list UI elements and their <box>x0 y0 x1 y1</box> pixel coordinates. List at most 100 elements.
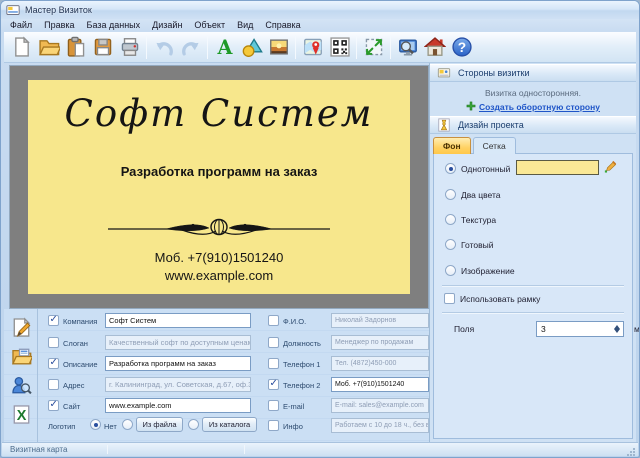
resize-icon <box>363 36 385 58</box>
radio-ready-made[interactable] <box>445 239 456 250</box>
card-sides-title: Стороны визитки <box>458 68 530 78</box>
toolbar-separator <box>207 35 208 59</box>
undo-icon <box>153 36 175 58</box>
website-checkbox[interactable] <box>48 400 59 411</box>
radio-texture[interactable] <box>445 214 456 225</box>
svg-text:?: ? <box>457 40 465 55</box>
right-panel: Стороны визитки Визитка односторонняя. С… <box>429 63 636 442</box>
info-field[interactable]: Работаем с 10 до 18 ч., без выходных <box>331 418 429 433</box>
margins-spinner[interactable]: 3 <box>536 321 624 337</box>
phone1-checkbox[interactable] <box>268 358 279 369</box>
logo-from-catalog-button[interactable]: Из каталога <box>202 417 257 432</box>
color-swatch[interactable] <box>516 160 599 175</box>
company-label: Компания <box>63 317 97 326</box>
new-document-button[interactable] <box>8 34 35 61</box>
menu-file[interactable]: Файл <box>4 19 38 32</box>
phone1-field[interactable]: Тел. (4872)450-000 <box>331 356 429 371</box>
undo-button[interactable] <box>150 34 177 61</box>
title-bar[interactable]: Мастер Визиток <box>1 1 639 19</box>
menu-object[interactable]: Объект <box>188 19 231 32</box>
description-field[interactable]: Разработка программ на заказ <box>105 356 251 371</box>
resize-card-button[interactable] <box>360 34 387 61</box>
edit-card-button[interactable] <box>6 314 36 341</box>
open-button[interactable] <box>35 34 62 61</box>
option-texture[interactable]: Текстура <box>445 214 496 225</box>
email-field[interactable]: E-mail: sales@example.com <box>331 398 429 413</box>
logo-from-file-button[interactable]: Из файла <box>136 417 183 432</box>
phone2-label: Телефон 2 <box>283 381 320 390</box>
paste-button[interactable] <box>62 34 89 61</box>
add-image-icon <box>268 36 290 58</box>
logo-none-radio[interactable] <box>90 419 101 430</box>
card-phone-text[interactable]: Моб. +7(910)1501240 <box>28 250 410 265</box>
website-field[interactable]: www.example.com <box>105 398 251 413</box>
logo-from-file-radio[interactable] <box>122 419 133 430</box>
excel-export-button[interactable]: X <box>6 401 36 428</box>
info-checkbox[interactable] <box>268 420 279 431</box>
option-image[interactable]: Изображение <box>445 265 515 276</box>
contacts-folder-icon <box>11 346 32 367</box>
preview-button[interactable] <box>394 34 421 61</box>
use-frame-checkbox[interactable] <box>444 293 455 304</box>
phone2-checkbox[interactable] <box>268 379 279 390</box>
divider <box>442 312 624 314</box>
option-solid-color[interactable]: Однотонный <box>445 163 510 174</box>
redo-button[interactable] <box>177 34 204 61</box>
email-checkbox[interactable] <box>268 400 279 411</box>
add-qr-code-button[interactable] <box>326 34 353 61</box>
flourish-divider-icon[interactable] <box>104 216 334 247</box>
logo-from-catalog-radio[interactable] <box>188 419 199 430</box>
address-checkbox[interactable] <box>48 379 59 390</box>
card-sides-status: Визитка односторонняя. <box>430 88 636 98</box>
menu-database[interactable]: База данных <box>81 19 147 32</box>
resize-grip-icon[interactable] <box>626 444 636 454</box>
svg-text:X: X <box>16 408 26 424</box>
card-website-text[interactable]: www.example.com <box>28 268 410 283</box>
contacts-folder-button[interactable] <box>6 343 36 370</box>
menu-edit[interactable]: Правка <box>38 19 80 32</box>
company-field[interactable]: Софт Систем <box>105 313 251 328</box>
business-card-preview[interactable]: Софт Систем Разработка программ на заказ <box>28 80 410 294</box>
menu-help[interactable]: Справка <box>259 19 306 32</box>
fullname-checkbox[interactable] <box>268 315 279 326</box>
menu-view[interactable]: Вид <box>231 19 259 32</box>
add-shape-button[interactable] <box>238 34 265 61</box>
status-text: Визитная карта <box>10 445 67 454</box>
add-map-button[interactable] <box>299 34 326 61</box>
help-button[interactable]: ? <box>448 34 475 61</box>
status-separator <box>107 445 108 454</box>
slogan-checkbox[interactable] <box>48 337 59 348</box>
option-ready-made[interactable]: Готовый <box>445 239 493 250</box>
add-text-button[interactable]: A <box>211 34 238 61</box>
background-options-panel: Однотонный Два цвета Текстура Готовый Из… <box>433 153 633 439</box>
print-button[interactable] <box>116 34 143 61</box>
fullname-field[interactable]: Николай Задорнов <box>331 313 429 328</box>
card-description-text[interactable]: Разработка программ на заказ <box>28 164 410 179</box>
description-checkbox[interactable] <box>48 358 59 369</box>
company-checkbox[interactable] <box>48 315 59 326</box>
use-frame-option[interactable]: Использовать рамку <box>444 293 540 304</box>
address-field[interactable]: г. Калининград, ул. Советская, д.67, оф.… <box>105 377 251 392</box>
logo-none-label: Нет <box>104 422 117 431</box>
radio-solid-color[interactable] <box>445 163 456 174</box>
position-field[interactable]: Менеджер по продажам <box>331 335 429 350</box>
find-person-button[interactable] <box>6 372 36 399</box>
position-checkbox[interactable] <box>268 337 279 348</box>
phone2-field[interactable]: Моб. +7(910)1501240 <box>331 377 429 392</box>
plus-icon <box>466 101 476 111</box>
option-two-colors[interactable]: Два цвета <box>445 189 501 200</box>
slogan-field[interactable]: Качественный софт по доступным ценам <box>105 335 251 350</box>
home-button[interactable] <box>421 34 448 61</box>
spinner-arrows[interactable] <box>612 323 621 335</box>
add-image-button[interactable] <box>265 34 292 61</box>
radio-two-colors[interactable] <box>445 189 456 200</box>
radio-image[interactable] <box>445 265 456 276</box>
save-button[interactable] <box>89 34 116 61</box>
color-picker-icon[interactable] <box>604 159 618 173</box>
tab-grid[interactable]: Сетка <box>473 137 516 154</box>
create-back-side-link[interactable]: Создать оборотную сторону <box>479 102 600 112</box>
tab-background[interactable]: Фон <box>433 137 471 154</box>
menu-design[interactable]: Дизайн <box>146 19 188 32</box>
card-canvas[interactable]: Софт Систем Разработка программ на заказ <box>9 65 429 309</box>
card-company-text[interactable]: Софт Систем <box>28 92 410 135</box>
